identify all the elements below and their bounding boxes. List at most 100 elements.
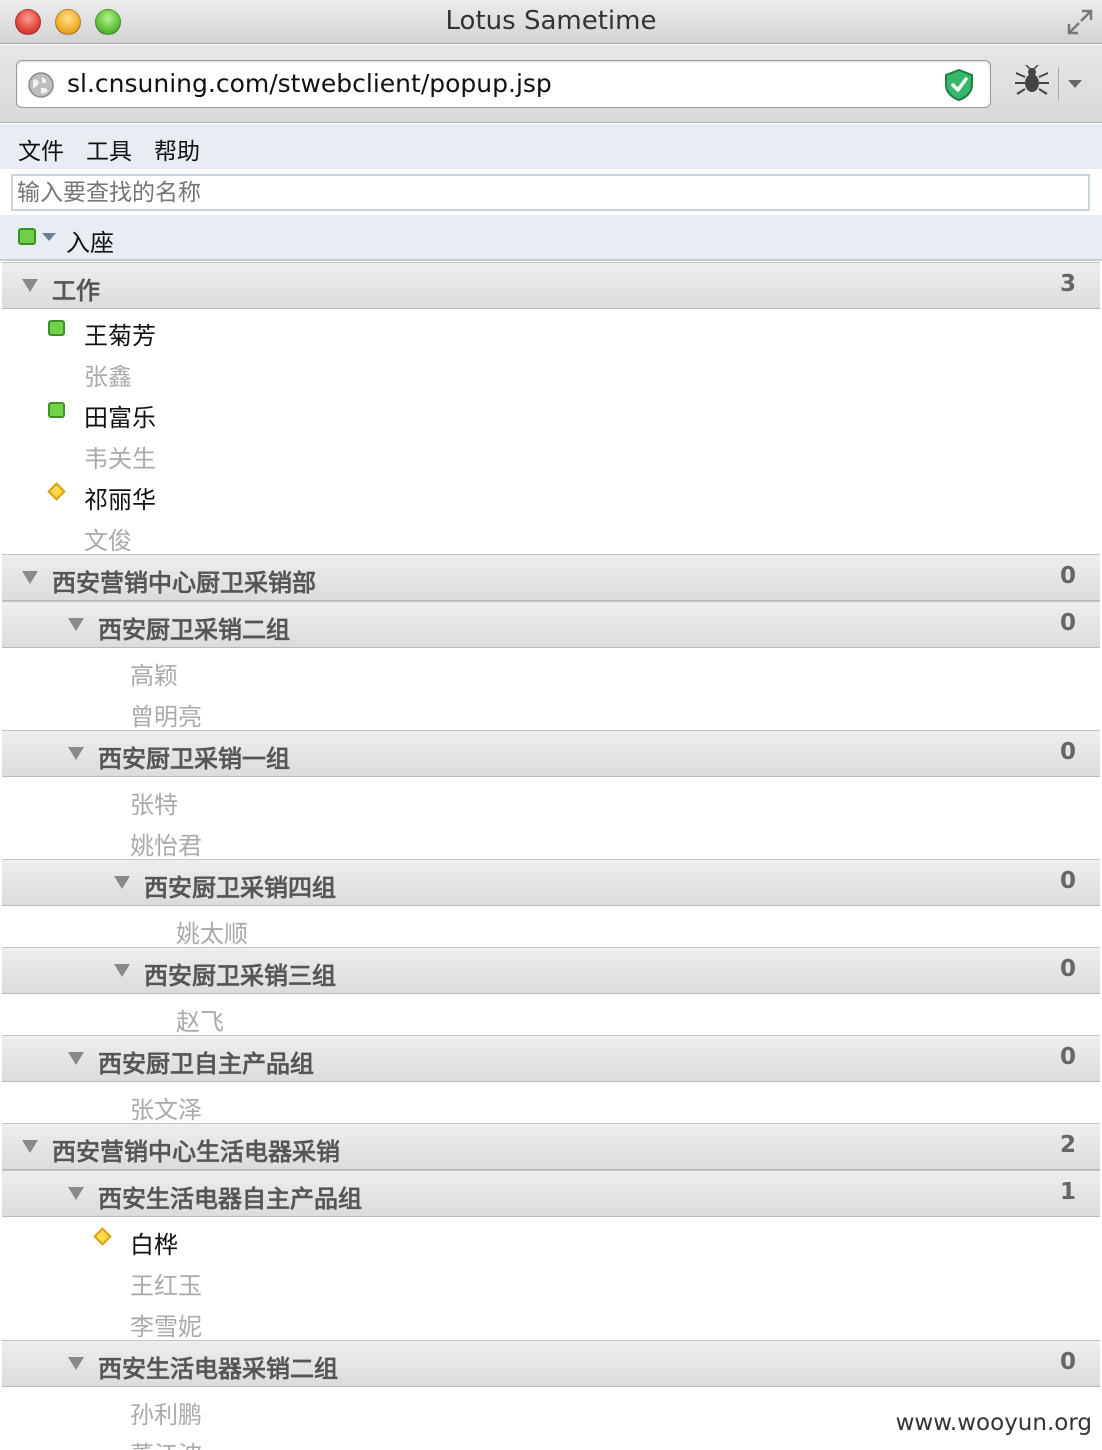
shield-icon[interactable] bbox=[944, 68, 974, 102]
collapse-triangle-icon[interactable] bbox=[22, 1140, 38, 1153]
contact-item[interactable]: 祁丽华 bbox=[0, 474, 1102, 515]
collapse-triangle-icon[interactable] bbox=[68, 1052, 84, 1065]
contact-name: 高颖 bbox=[130, 662, 178, 690]
group-count: 2 bbox=[1059, 1132, 1076, 1158]
contact-item[interactable]: 张文泽 bbox=[0, 1084, 1102, 1125]
contact-name: 文俊 bbox=[84, 527, 132, 555]
toolbar-separator bbox=[1058, 67, 1059, 101]
collapse-triangle-icon[interactable] bbox=[68, 1187, 84, 1200]
group-header[interactable]: 西安厨卫采销一组 0 bbox=[2, 730, 1100, 777]
available-icon bbox=[48, 320, 65, 336]
group-name: 西安厨卫采销四组 bbox=[144, 874, 336, 902]
group-name: 工作 bbox=[52, 277, 100, 305]
watermark: www.wooyun.org bbox=[895, 1410, 1092, 1436]
status-label: 入座 bbox=[66, 229, 114, 257]
contact-name: 董江波 bbox=[130, 1435, 202, 1450]
available-icon bbox=[48, 402, 65, 418]
group-header[interactable]: 西安营销中心厨卫采销部 0 bbox=[2, 554, 1100, 601]
group-name: 西安生活电器采销二组 bbox=[98, 1355, 338, 1383]
contact-name: 韦关生 bbox=[84, 445, 156, 473]
contact-item[interactable]: 李雪妮 bbox=[0, 1301, 1102, 1342]
contact-name: 祁丽华 bbox=[84, 486, 156, 514]
group-count: 0 bbox=[1059, 1044, 1076, 1070]
contact-list: 工作 3 王菊芳 张鑫 田富乐 韦关生 祁丽华 文俊 西安营销中心厨卫采销部 0… bbox=[0, 262, 1102, 1450]
contact-name: 姚太顺 bbox=[176, 920, 248, 948]
chevron-down-icon[interactable] bbox=[42, 233, 56, 241]
contact-name: 曾明亮 bbox=[130, 703, 202, 731]
group-header[interactable]: 西安生活电器采销二组 0 bbox=[2, 1340, 1100, 1387]
contact-item[interactable]: 王菊芳 bbox=[0, 310, 1102, 351]
group-name: 西安厨卫采销一组 bbox=[98, 745, 290, 773]
collapse-triangle-icon[interactable] bbox=[68, 618, 84, 631]
contact-item[interactable]: 韦关生 bbox=[0, 433, 1102, 474]
contact-name: 赵飞 bbox=[176, 1008, 224, 1036]
address-toolbar: sl.cnsuning.com/stwebclient/popup.jsp bbox=[0, 45, 1102, 123]
group-header[interactable]: 西安生活电器自主产品组 1 bbox=[2, 1170, 1100, 1217]
contact-item[interactable]: 姚怡君 bbox=[0, 820, 1102, 861]
contact-item[interactable]: 张鑫 bbox=[0, 351, 1102, 392]
contact-name: 白桦 bbox=[130, 1231, 178, 1259]
contact-name: 孙利鹏 bbox=[130, 1401, 202, 1429]
menu-bar: 文件 工具 帮助 bbox=[0, 124, 1102, 169]
contact-name: 姚怡君 bbox=[130, 832, 202, 860]
group-name: 西安生活电器自主产品组 bbox=[98, 1185, 362, 1213]
group-count: 3 bbox=[1059, 271, 1076, 297]
group-header[interactable]: 西安厨卫采销三组 0 bbox=[2, 947, 1100, 994]
contact-name: 王菊芳 bbox=[84, 322, 156, 350]
available-status-icon bbox=[18, 228, 36, 245]
title-bar: Lotus Sametime bbox=[0, 0, 1102, 44]
group-count: 0 bbox=[1059, 1349, 1076, 1375]
window-title: Lotus Sametime bbox=[445, 6, 657, 36]
away-icon bbox=[93, 1227, 112, 1246]
contact-item[interactable]: 姚太顺 bbox=[0, 908, 1102, 949]
collapse-triangle-icon[interactable] bbox=[114, 876, 130, 889]
group-name: 西安厨卫自主产品组 bbox=[98, 1050, 314, 1078]
contact-name: 张特 bbox=[130, 791, 178, 819]
menu-help[interactable]: 帮助 bbox=[154, 132, 200, 166]
group-name: 西安营销中心生活电器采销 bbox=[52, 1138, 340, 1166]
contact-name: 张文泽 bbox=[130, 1096, 202, 1124]
contact-item[interactable]: 曾明亮 bbox=[0, 691, 1102, 732]
group-header[interactable]: 西安厨卫采销二组 0 bbox=[2, 601, 1100, 648]
menu-file[interactable]: 文件 bbox=[18, 132, 64, 166]
collapse-triangle-icon[interactable] bbox=[114, 964, 130, 977]
contact-name: 王红玉 bbox=[130, 1272, 202, 1300]
menu-tools[interactable]: 工具 bbox=[86, 132, 132, 166]
group-count: 0 bbox=[1059, 868, 1076, 894]
contact-name: 李雪妮 bbox=[130, 1313, 202, 1341]
contact-name: 田富乐 bbox=[84, 404, 156, 432]
contact-item[interactable]: 文俊 bbox=[0, 515, 1102, 556]
group-count: 0 bbox=[1059, 610, 1076, 636]
group-header[interactable]: 西安厨卫采销四组 0 bbox=[2, 859, 1100, 906]
group-count: 0 bbox=[1059, 956, 1076, 982]
group-header[interactable]: 西安营销中心生活电器采销 2 bbox=[2, 1123, 1100, 1170]
contact-item[interactable]: 高颖 bbox=[0, 650, 1102, 691]
contact-item[interactable]: 赵飞 bbox=[0, 996, 1102, 1037]
url-field[interactable]: sl.cnsuning.com/stwebclient/popup.jsp bbox=[16, 60, 991, 108]
globe-icon bbox=[28, 72, 54, 98]
group-name: 西安厨卫采销三组 bbox=[144, 962, 336, 990]
contact-item[interactable]: 田富乐 bbox=[0, 392, 1102, 433]
group-header[interactable]: 西安厨卫自主产品组 0 bbox=[2, 1035, 1100, 1082]
collapse-triangle-icon[interactable] bbox=[22, 279, 38, 292]
fullscreen-icon[interactable] bbox=[1066, 8, 1094, 36]
contact-item[interactable]: 张特 bbox=[0, 779, 1102, 820]
collapse-triangle-icon[interactable] bbox=[68, 1357, 84, 1370]
group-count: 0 bbox=[1059, 563, 1076, 589]
contact-item[interactable]: 王红玉 bbox=[0, 1260, 1102, 1301]
group-header[interactable]: 工作 3 bbox=[2, 262, 1100, 309]
contact-item[interactable]: 白桦 bbox=[0, 1219, 1102, 1260]
contact-name: 张鑫 bbox=[84, 363, 132, 391]
away-icon bbox=[47, 482, 66, 501]
search-input[interactable] bbox=[11, 174, 1090, 211]
url-text: sl.cnsuning.com/stwebclient/popup.jsp bbox=[67, 69, 552, 98]
group-count: 0 bbox=[1059, 739, 1076, 765]
group-name: 西安营销中心厨卫采销部 bbox=[52, 569, 316, 597]
group-count: 1 bbox=[1059, 1179, 1076, 1205]
chevron-down-icon[interactable] bbox=[1066, 78, 1084, 90]
bug-icon[interactable] bbox=[1012, 65, 1052, 99]
status-selector[interactable]: 入座 bbox=[0, 215, 1102, 261]
group-name: 西安厨卫采销二组 bbox=[98, 616, 290, 644]
collapse-triangle-icon[interactable] bbox=[68, 747, 84, 760]
collapse-triangle-icon[interactable] bbox=[22, 571, 38, 584]
